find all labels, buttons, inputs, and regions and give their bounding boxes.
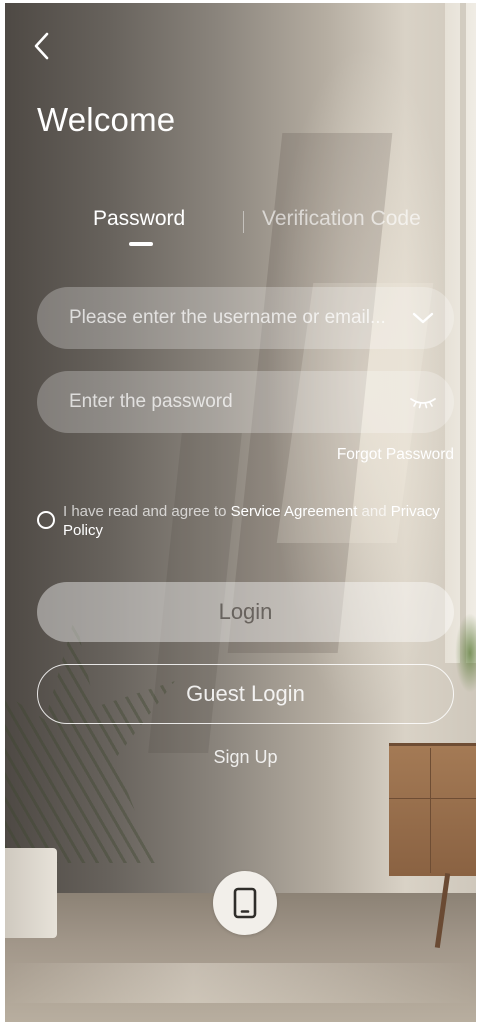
back-button[interactable] — [27, 29, 57, 63]
tab-password[interactable]: Password — [93, 207, 185, 231]
agreement-checkbox[interactable] — [37, 511, 55, 529]
background-floor-light — [5, 963, 476, 1003]
eye-closed-icon — [410, 398, 436, 409]
login-method-tabs: Password Verification Code — [5, 207, 476, 257]
sign-up-row: Sign Up — [5, 747, 476, 768]
username-input[interactable] — [69, 307, 408, 329]
sign-up-link[interactable]: Sign Up — [213, 747, 277, 767]
background-window-frame — [460, 3, 466, 663]
tablet-icon — [233, 887, 257, 919]
password-field — [37, 371, 454, 433]
agreement-prefix: I have read and agree to — [63, 503, 231, 520]
forgot-password-link[interactable]: Forgot Password — [337, 446, 454, 464]
account-dropdown-button[interactable] — [408, 303, 438, 333]
login-screen: Welcome Password Verification Code Fo — [5, 3, 476, 1022]
toggle-password-visibility[interactable] — [408, 387, 438, 417]
login-button[interactable]: Login — [37, 582, 454, 642]
tab-divider — [243, 211, 244, 233]
chevron-left-icon — [34, 32, 49, 60]
background-greenery — [455, 613, 476, 693]
tab-verification-code[interactable]: Verification Code — [262, 207, 421, 231]
guest-login-button[interactable]: Guest Login — [37, 664, 454, 724]
username-field — [37, 287, 454, 349]
device-login-button[interactable] — [213, 871, 277, 935]
password-input[interactable] — [69, 391, 408, 413]
background-plant-pot — [5, 848, 57, 938]
background-cabinet-detail — [389, 798, 476, 799]
page-title: Welcome — [37, 101, 176, 138]
agreement-text: I have read and agree to Service Agreeme… — [63, 502, 453, 540]
chevron-down-icon — [412, 312, 434, 324]
agreement-joiner: and — [357, 503, 391, 520]
active-tab-indicator — [129, 242, 153, 246]
service-agreement-link[interactable]: Service Agreement — [231, 503, 358, 520]
